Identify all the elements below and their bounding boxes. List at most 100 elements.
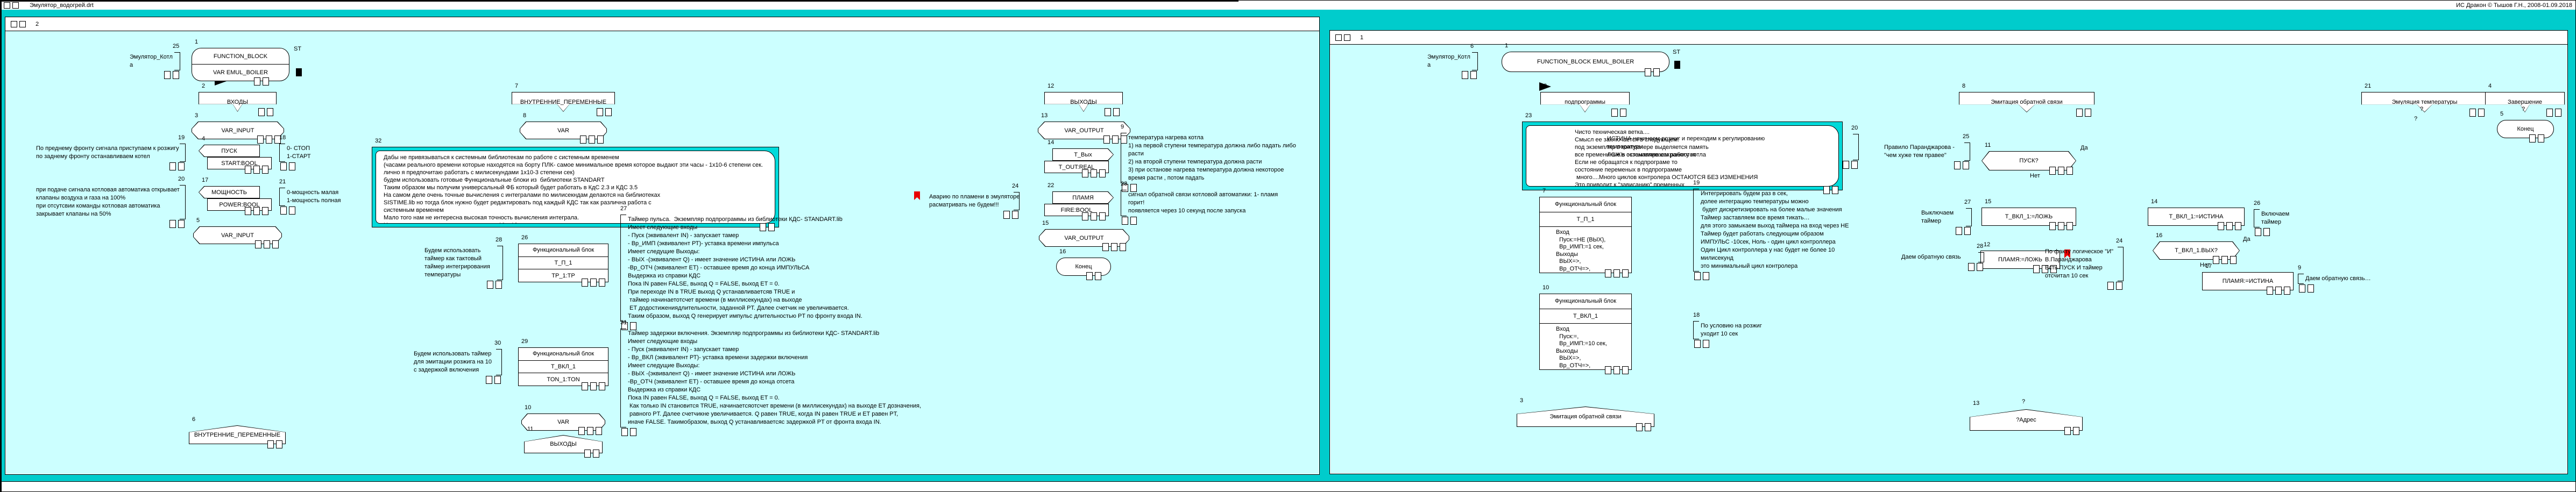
text-label: Да (2243, 236, 2251, 243)
comment-feedback-signal[interactable]: сигнал обратной связи котловой автоматик… (1121, 190, 1319, 216)
fb-row-label: TON_1:TON (547, 376, 579, 383)
comment-line: Эмулятор_Котл (1427, 53, 1470, 61)
comment-ignition-timer[interactable]: Будем использовать таймердля эмитации ро… (414, 349, 502, 375)
comment-logical-and[interactable]: По факту логическое "И"В.ПаранджароваЕст… (2045, 247, 2124, 281)
input-power-name[interactable]: МОЩНОСТЬ (199, 186, 260, 198)
selection-handle (1605, 366, 1611, 374)
selection-handle (2255, 228, 2261, 236)
fb-tp1[interactable]: Функциональный блокТ_П_1TP_1:TP (518, 244, 608, 282)
comment-ton-timer[interactable]: Таймер задержки включения. Экземпляр под… (620, 329, 1122, 427)
comment-line: В.Паранджарова (2045, 256, 2116, 264)
selection-handle (2308, 284, 2314, 293)
input-pusk-name[interactable]: ПУСК (199, 145, 260, 157)
icon-number: 26 (2254, 200, 2260, 206)
comment-boiler-temp[interactable]: температура нагрева котла1) на первой ст… (1121, 133, 1319, 183)
selection-handle (1111, 243, 1117, 251)
output-t-out-name[interactable]: Т_Вых (1052, 148, 1114, 161)
comment-give-feedback[interactable]: Даем обратную связь (1901, 252, 1984, 262)
comment-timer-on[interactable]: Включаемтаймер (2254, 209, 2303, 227)
comment-true-false[interactable]: ИСТИНА начинаем розжиг и переходим к рег… (1607, 134, 1859, 160)
selection-handle (593, 450, 599, 458)
comment-start-edge[interactable]: По преднему фронту сигнала приступаем к … (36, 144, 186, 162)
comment-line: с задержкой включения (414, 366, 494, 374)
output-fire-name-label: ПЛАМЯ (1072, 195, 1094, 201)
end-icon-label: Конец (1075, 263, 1092, 270)
text-label: ? (2414, 116, 2417, 122)
comment-line: Пока IN равен FALSE, выход Q = FALSE, вы… (628, 394, 1122, 402)
selection-handle (1462, 71, 1468, 79)
address-feedback[interactable]: Эмитация обратной связи (1517, 407, 1654, 427)
fb-call-tp1[interactable]: Функциональный блокТ_П_1Вход Пуск:=НЕ (В… (1539, 197, 1632, 273)
icon-number: 4 (2488, 83, 2492, 89)
branch-temp-emulation-label: Эмуляция температуры (2392, 99, 2458, 105)
selection-handle (254, 77, 260, 85)
comment-line: - Вр_ИМП (эквивалент РТ)- уставка времен… (628, 240, 931, 248)
diagram-overlay: FUNCTION_BLOCKVAR EMUL_BOILER1STЭмулятор… (1, 1, 2576, 492)
comment-bracket (1693, 189, 1699, 272)
comment-power-levels[interactable]: 0-мощность малая1-мощность полная (279, 188, 349, 206)
selection-handle (1843, 161, 1849, 169)
selection-handle (2085, 109, 2091, 117)
branch-outputs[interactable]: ВЫХОДЫ (1044, 92, 1123, 112)
selection-handle (2116, 282, 2122, 290)
output-fire-name[interactable]: ПЛАМЯ (1052, 191, 1114, 204)
comment-tact-timer[interactable]: Будем использоватьтаймер как тактовыйтай… (424, 246, 503, 280)
selection-handle (289, 162, 295, 170)
selection-handle (1091, 169, 1097, 177)
branch-feedback[interactable]: Эмитация обратной связи (1959, 92, 2094, 112)
comment-bracket (620, 215, 626, 322)
comment-line: ИСТИНА начинаем розжиг и переходим к рег… (1607, 135, 1851, 143)
comment-emulator-kotla[interactable]: Эмулятор_Котла (1427, 52, 1478, 70)
comment-text: По факту логическое "И"В.ПаранджароваЕст… (2045, 248, 2116, 280)
comment-give-feedback-2[interactable]: Даем обратную связь… (2298, 274, 2388, 284)
comment-pulse-timer[interactable]: Таймер пульса. Экземпляр подпрограммы из… (620, 215, 931, 322)
action-flame-false-label: ПЛАМЯ:=ЛОЖЬ (1998, 256, 2042, 263)
comment-box-text: Дабы не привязываться к системным библио… (376, 151, 775, 224)
icon-number: 9 (2298, 265, 2301, 271)
fb-row-label: Функциональный блок (533, 351, 594, 357)
comment-line: Даем обратную связь (1901, 253, 1977, 261)
selection-handle (2284, 287, 2290, 295)
comment-bracket (620, 329, 626, 427)
icon-number: 16 (2156, 232, 2162, 239)
fb-row: Т_ВКЛ_1 (519, 361, 608, 374)
selection-handle (267, 108, 273, 116)
comment-line: 1) на первой ступени температура должна … (1128, 142, 1319, 150)
comment-line: Таймер пульса. Экземпляр подпрограммы из… (628, 216, 931, 224)
branch-inputs[interactable]: ВХОДЫ (199, 92, 277, 112)
comment-line: Как только IN становится TRUE, начинаетс… (628, 402, 1122, 410)
comment-flame-alarm[interactable]: Аварию по пламени в эмуляторерасматриват… (929, 192, 1020, 210)
selection-handle (173, 71, 179, 79)
comment-line: для эмитации розжига на 10 (414, 358, 494, 366)
icon-number: 27 (1964, 199, 1971, 205)
comment-stop-start[interactable]: 0- СТОП1-СТАРТ (279, 144, 322, 162)
comment-bracket (1966, 208, 1972, 226)
branch-internal-vars-label: ВНУТРЕННИЕ_ПЕРЕМЕННЫЕ (520, 99, 606, 105)
fb-name-row: Т_ВКЛ_1 (1540, 309, 1631, 324)
comment-line: равного PT. Далее счетчикне увеличиваетс… (628, 410, 1122, 418)
fb-row: Функциональный блок (519, 244, 608, 257)
function-block-declaration[interactable]: FUNCTION_BLOCKVAR EMUL_BOILER (192, 48, 289, 81)
address-outputs[interactable]: ВЫХОДЫ (524, 435, 603, 453)
fb-row-label: Т_ВКЛ_1 (551, 363, 576, 370)
comment-ignition-10s[interactable]: По условию на розжигуходит 10 сек (1693, 321, 1789, 339)
comment-line: а (1427, 61, 1470, 69)
end-icon[interactable]: Конец (2497, 120, 2554, 138)
comment-timer-off[interactable]: Выключаемтаймер (1921, 208, 1972, 226)
comment-line: 2) на второй ступени температура должна … (1128, 158, 1319, 166)
comment-power-signal[interactable]: при подаче сигнала котловая автоматика о… (36, 185, 186, 219)
fb-ton1[interactable]: Функциональный блок Т_ВКЛ_1 TON_1:TON (518, 347, 608, 386)
comment-parandzharov-rule[interactable]: Правило Паранджарова -"чем хуже тем прав… (1884, 142, 1970, 161)
comment-emulator-kotla[interactable]: Эмулятор_Котла (130, 52, 180, 70)
function-block-declaration-line: VAR EMUL_BOILER (192, 65, 289, 81)
selection-handle (1703, 272, 1709, 280)
icon-number: 21 (2365, 83, 2371, 89)
selection-handle (2235, 222, 2241, 230)
selection-handle (2221, 256, 2228, 264)
icon-number: 21 (279, 179, 286, 185)
comment-bracket (1978, 252, 1984, 262)
comment-text: По условию на розжигуходит 10 сек (1701, 322, 1789, 338)
end-icon[interactable]: Конец (1056, 258, 1111, 276)
branch-temp-emulation[interactable]: Эмуляция температуры (2361, 92, 2488, 112)
fb-call-tvkl1[interactable]: Функциональный блокТ_ВКЛ_1Вход Пуск:=, В… (1539, 294, 1632, 370)
